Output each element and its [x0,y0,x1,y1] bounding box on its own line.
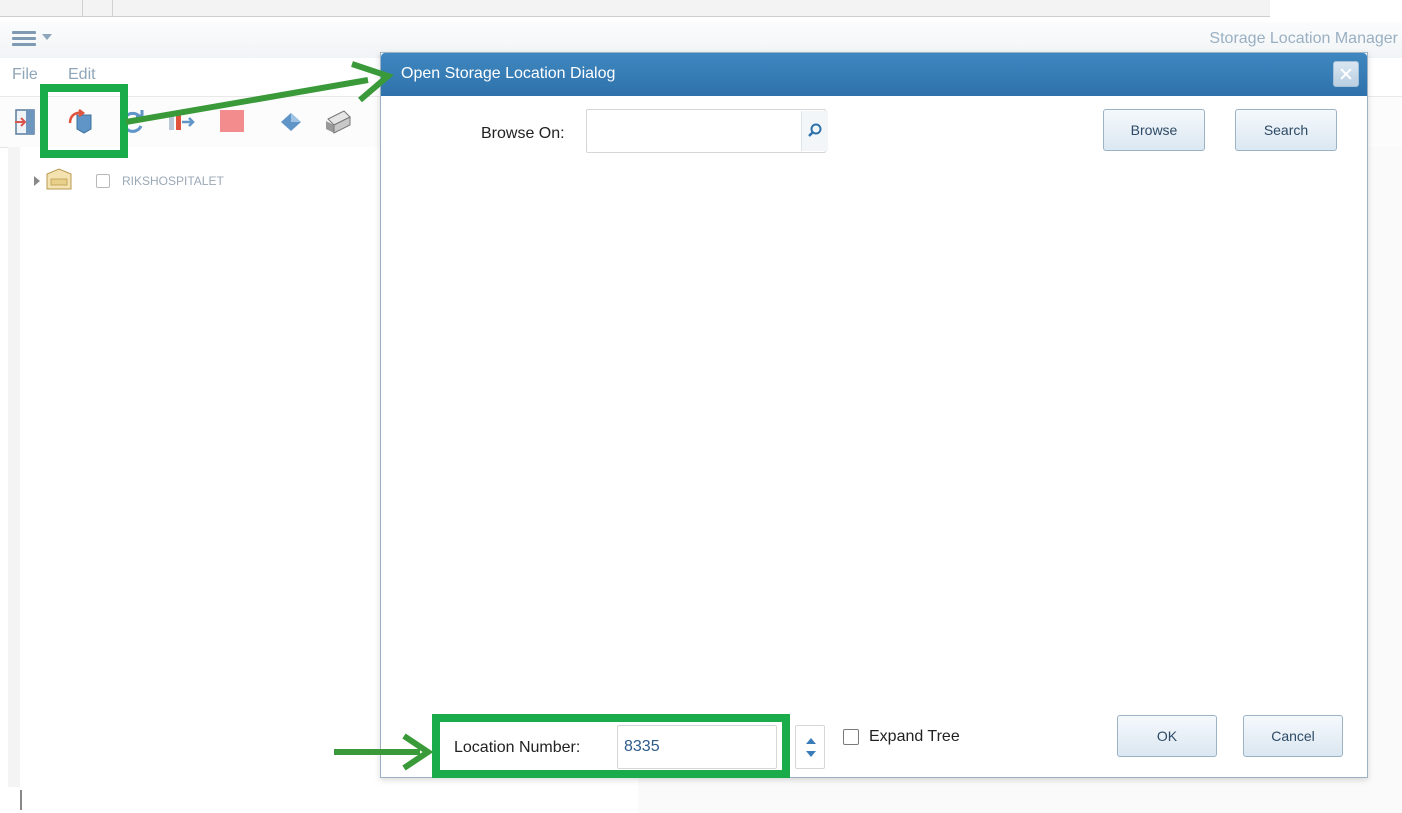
annotation-arrows [125,61,434,771]
annotation-arrow-to-dialog [125,61,394,125]
screen: Storage Location Manager File Edit RIKSH… [0,0,1402,813]
annotation-arrow-to-location-number [334,733,434,771]
